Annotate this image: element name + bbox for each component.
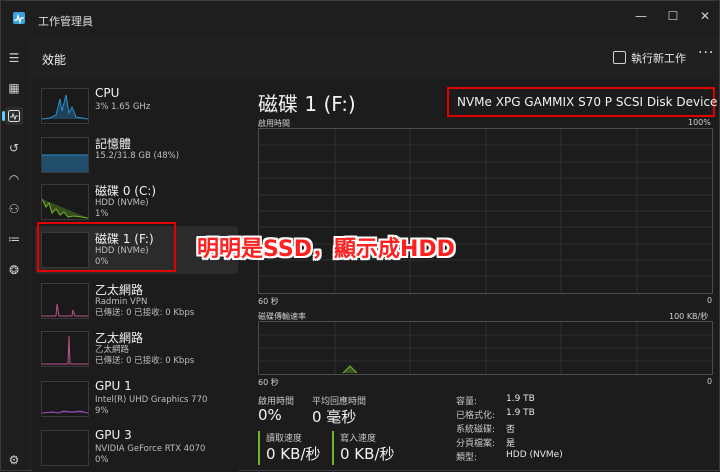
page-header: 效能 執行新工作 ··· <box>28 37 719 79</box>
disk-0-thumbnail-graph <box>41 184 89 220</box>
title-bar: 工作管理員 — ☐ ✕ <box>1 1 719 37</box>
details-icon[interactable]: ≔ <box>5 230 23 248</box>
memory-usage: 15.2/31.8 GB (48%) <box>95 151 180 161</box>
services-icon[interactable]: ❂ <box>5 261 23 279</box>
list-item-ethernet[interactable]: 乙太網路 乙太網路 已傳送: 0 已接收: 0 Kbps <box>35 325 238 373</box>
more-options-button[interactable]: ··· <box>698 45 714 61</box>
active-time-stat-value: 0% <box>258 406 282 424</box>
gpu-1-info: Intel(R) UHD Graphics 770 9% <box>95 395 208 416</box>
ethernet-thumbnail-graph <box>41 331 89 367</box>
gpu-3-name: GPU 3 <box>95 428 132 442</box>
ethernet-radmin-info: Radmin VPN 已傳送: 0 已接收: 0 Kbps <box>95 297 195 318</box>
system-disk-value: 否 <box>506 425 516 435</box>
task-manager-window: 工作管理員 — ☐ ✕ ☰ ▦ ↺ ◠ ⚇ ≔ ❂ ⚙ 效能 執行新工作 ···… <box>0 0 720 472</box>
transfer-rate-graph-zero: 0 <box>707 377 713 386</box>
run-new-task-button[interactable]: 執行新工作 <box>613 50 686 66</box>
type-label: 類型: <box>456 453 478 463</box>
performance-list: CPU 3% 1.65 GHz 記憶體 15.2/31.8 GB (48%) 磁… <box>32 79 239 472</box>
type-value: HDD (NVMe) <box>506 450 563 460</box>
list-item-gpu-3[interactable]: GPU 3 NVIDIA GeForce RTX 4070 0% <box>35 424 238 472</box>
maximize-button[interactable]: ☐ <box>660 5 686 27</box>
active-time-graph-zero: 0 <box>707 296 713 305</box>
formatted-value: 1.9 TB <box>506 408 535 418</box>
active-time-graph <box>258 128 713 294</box>
transfer-rate-graph-duration: 60 秒 <box>258 378 279 387</box>
cpu-usage: 3% 1.65 GHz <box>95 102 151 112</box>
settings-icon[interactable]: ⚙ <box>5 451 23 469</box>
hamburger-icon[interactable]: ☰ <box>5 49 23 67</box>
ethernet-name: 乙太網路 <box>95 331 144 345</box>
gpu-1-thumbnail-graph <box>41 381 89 417</box>
list-item-memory[interactable]: 記憶體 15.2/31.8 GB (48%) <box>35 131 238 179</box>
run-new-task-label: 執行新工作 <box>631 52 686 65</box>
disk-0-info: HDD (NVMe) 1% <box>95 198 149 219</box>
page-title: 效能 <box>42 53 67 67</box>
processes-icon[interactable]: ▦ <box>5 79 23 97</box>
annotation-text: 明明是SSD，顯示成HDD <box>197 237 455 262</box>
read-speed-value: 0 KB/秒 <box>266 445 321 463</box>
list-item-disk-0[interactable]: 磁碟 0 (C:) HDD (NVMe) 1% <box>35 178 238 226</box>
list-item-gpu-1[interactable]: GPU 1 Intel(R) UHD Graphics 770 9% <box>35 375 238 423</box>
startup-icon[interactable]: ◠ <box>5 170 23 188</box>
disk-model: NVMe XPG GAMMIX S70 P SCSI Disk Device <box>457 95 718 109</box>
capacity-value: 1.9 TB <box>506 394 535 404</box>
formatted-label: 已格式化: <box>456 411 496 421</box>
task-manager-app-icon <box>13 12 25 25</box>
users-icon[interactable]: ⚇ <box>5 200 23 218</box>
window-title: 工作管理員 <box>38 15 93 28</box>
active-time-graph-duration: 60 秒 <box>258 297 279 306</box>
run-task-icon <box>613 51 626 64</box>
list-item-cpu[interactable]: CPU 3% 1.65 GHz <box>35 82 238 130</box>
system-disk-label: 系統磁碟: <box>456 425 496 435</box>
gpu-3-info: NVIDIA GeForce RTX 4070 0% <box>95 444 206 465</box>
transfer-rate-graph <box>258 321 713 375</box>
nav-rail: ☰ ▦ ↺ ◠ ⚇ ≔ ❂ ⚙ <box>1 37 28 470</box>
ethernet-info: 乙太網路 已傳送: 0 已接收: 0 Kbps <box>95 345 195 366</box>
disk-0-name: 磁碟 0 (C:) <box>95 184 157 198</box>
disk-detail-panel: 磁碟 1 (F:) NVMe XPG GAMMIX S70 P SCSI Dis… <box>239 79 719 470</box>
cpu-thumbnail-graph <box>41 88 89 124</box>
memory-name: 記憶體 <box>95 137 132 151</box>
selected-disk-highlight-box <box>37 222 176 272</box>
memory-thumbnail-graph <box>41 137 89 173</box>
history-icon[interactable]: ↺ <box>5 139 23 157</box>
list-item-ethernet-radmin[interactable]: 乙太網路 Radmin VPN 已傳送: 0 已接收: 0 Kbps <box>35 277 238 325</box>
gpu-1-name: GPU 1 <box>95 379 132 393</box>
write-speed-value: 0 KB/秒 <box>340 445 395 463</box>
performance-icon[interactable] <box>2 107 23 125</box>
cpu-name: CPU <box>95 86 120 100</box>
capacity-label: 容量: <box>456 397 478 407</box>
close-button[interactable]: ✕ <box>692 5 718 27</box>
disk-title: 磁碟 1 (F:) <box>258 92 356 116</box>
ethernet-radmin-thumbnail-graph <box>41 283 89 319</box>
ethernet-radmin-name: 乙太網路 <box>95 283 144 297</box>
response-time-stat-value: 0 毫秒 <box>312 408 357 426</box>
page-file-label: 分頁檔案: <box>456 439 496 449</box>
page-file-value: 是 <box>506 439 516 449</box>
read-speed-indicator <box>258 431 260 465</box>
gpu-3-thumbnail-graph <box>41 430 89 466</box>
minimize-button[interactable]: — <box>628 5 654 27</box>
write-speed-indicator <box>332 431 334 465</box>
active-time-graph-max: 100% <box>688 118 711 127</box>
read-write-stats: 讀取速度 0 KB/秒 寫入速度 0 KB/秒 <box>258 431 403 465</box>
